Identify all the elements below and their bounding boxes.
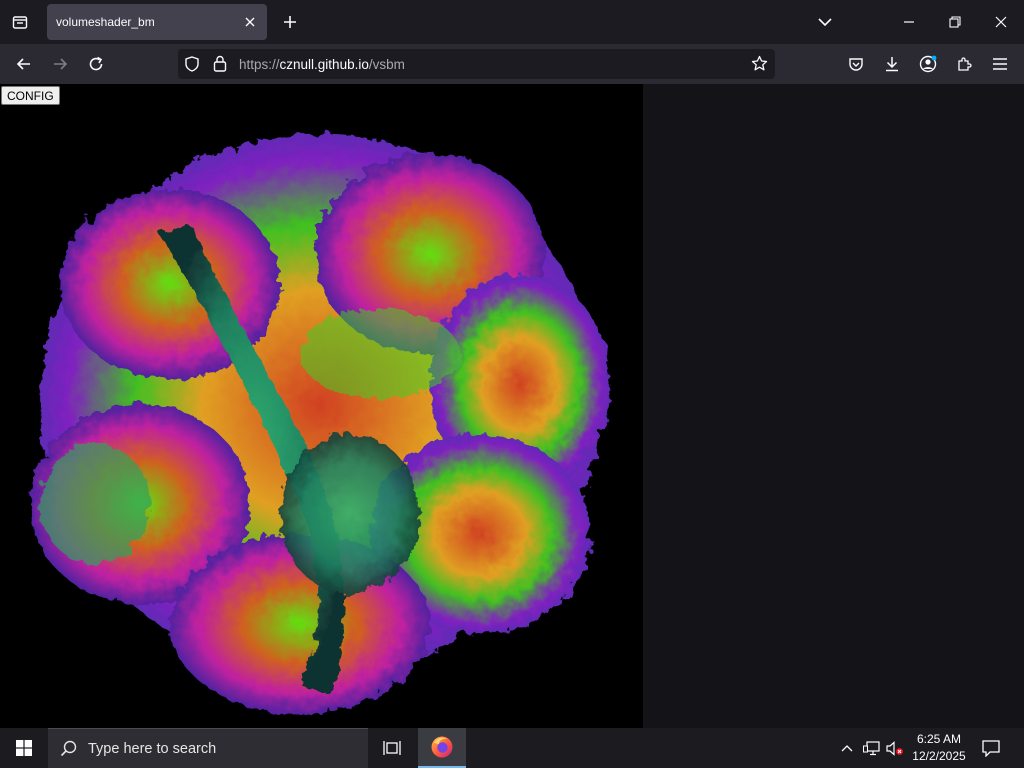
taskbar-firefox[interactable] <box>418 728 466 768</box>
taskbar: Type here to search 6:25 AM 12/2/2025 <box>0 728 1024 768</box>
lock-icon <box>213 55 227 72</box>
download-icon <box>886 57 898 72</box>
action-center-button[interactable] <box>978 728 1004 768</box>
minimize-icon <box>904 21 914 23</box>
extensions-button[interactable] <box>950 50 978 78</box>
list-all-tabs-button[interactable] <box>811 8 839 36</box>
navigation-toolbar: https://cznull.github.io/vsbm <box>0 44 1024 84</box>
tab-list-icon <box>12 16 28 29</box>
back-button[interactable] <box>10 50 38 78</box>
close-icon <box>245 17 255 27</box>
volume-button[interactable] <box>884 728 906 768</box>
tab-title: volumeshader_bm <box>56 15 155 29</box>
chevron-down-icon <box>818 18 832 27</box>
tab-volumeshader[interactable]: volumeshader_bm <box>47 4 267 40</box>
reload-icon <box>89 56 103 71</box>
plus-icon <box>284 16 296 28</box>
pocket-icon <box>849 58 863 71</box>
star-icon <box>751 55 768 71</box>
window-close-icon <box>995 16 1007 28</box>
url-text[interactable]: https://cznull.github.io/vsbm <box>239 57 405 72</box>
app-menu-button[interactable] <box>986 50 1014 78</box>
tracking-protection-button[interactable] <box>185 56 199 77</box>
shield-icon <box>185 56 199 72</box>
reload-button[interactable] <box>82 50 110 78</box>
shader-canvas[interactable]: CONFIG <box>0 84 643 728</box>
fractal-render <box>30 134 610 714</box>
notification-icon <box>982 739 1000 757</box>
chevron-up-icon <box>841 745 853 752</box>
site-info-button[interactable] <box>213 55 227 77</box>
url-path: /vsbm <box>368 57 405 72</box>
search-icon <box>60 740 77 757</box>
extensions-icon <box>958 57 972 71</box>
task-view-button[interactable] <box>368 728 416 768</box>
start-button[interactable] <box>0 728 48 768</box>
address-bar[interactable]: https://cznull.github.io/vsbm <box>178 49 775 79</box>
url-host: cznull.github.io <box>279 57 369 72</box>
task-view-icon <box>383 741 401 755</box>
firefox-icon <box>431 736 453 758</box>
url-scheme: https:// <box>239 57 280 72</box>
tab-bar: volumeshader_bm <box>0 0 1024 44</box>
menu-icon <box>993 58 1007 70</box>
search-placeholder: Type here to search <box>88 741 217 757</box>
tab-list-button[interactable] <box>6 9 34 35</box>
windows-logo-icon <box>16 740 32 756</box>
new-tab-button[interactable] <box>279 11 301 33</box>
bookmark-button[interactable] <box>751 55 768 77</box>
restore-icon <box>949 16 961 28</box>
show-hidden-icons-button[interactable] <box>836 728 858 768</box>
downloads-button[interactable] <box>878 50 906 78</box>
network-icon <box>862 740 880 755</box>
clock-date: 12/2/2025 <box>912 749 966 763</box>
taskbar-search-box[interactable]: Type here to search <box>48 728 368 768</box>
back-icon <box>16 58 30 70</box>
network-button[interactable] <box>860 728 882 768</box>
pocket-button[interactable] <box>842 50 870 78</box>
forward-button[interactable] <box>46 50 74 78</box>
account-icon <box>919 55 937 73</box>
window-close-button[interactable] <box>987 8 1015 36</box>
minimize-button[interactable] <box>895 8 923 36</box>
volume-muted-icon <box>886 740 903 756</box>
clock-time: 6:25 AM <box>916 732 962 746</box>
account-button[interactable] <box>914 50 942 78</box>
taskbar-clock[interactable]: 6:25 AM 12/2/2025 <box>904 731 974 765</box>
forward-icon <box>54 58 68 70</box>
config-button[interactable]: CONFIG <box>1 86 60 105</box>
page-content: CONFIG <box>0 84 1024 728</box>
restore-button[interactable] <box>941 8 969 36</box>
tab-close-button[interactable] <box>241 13 259 31</box>
